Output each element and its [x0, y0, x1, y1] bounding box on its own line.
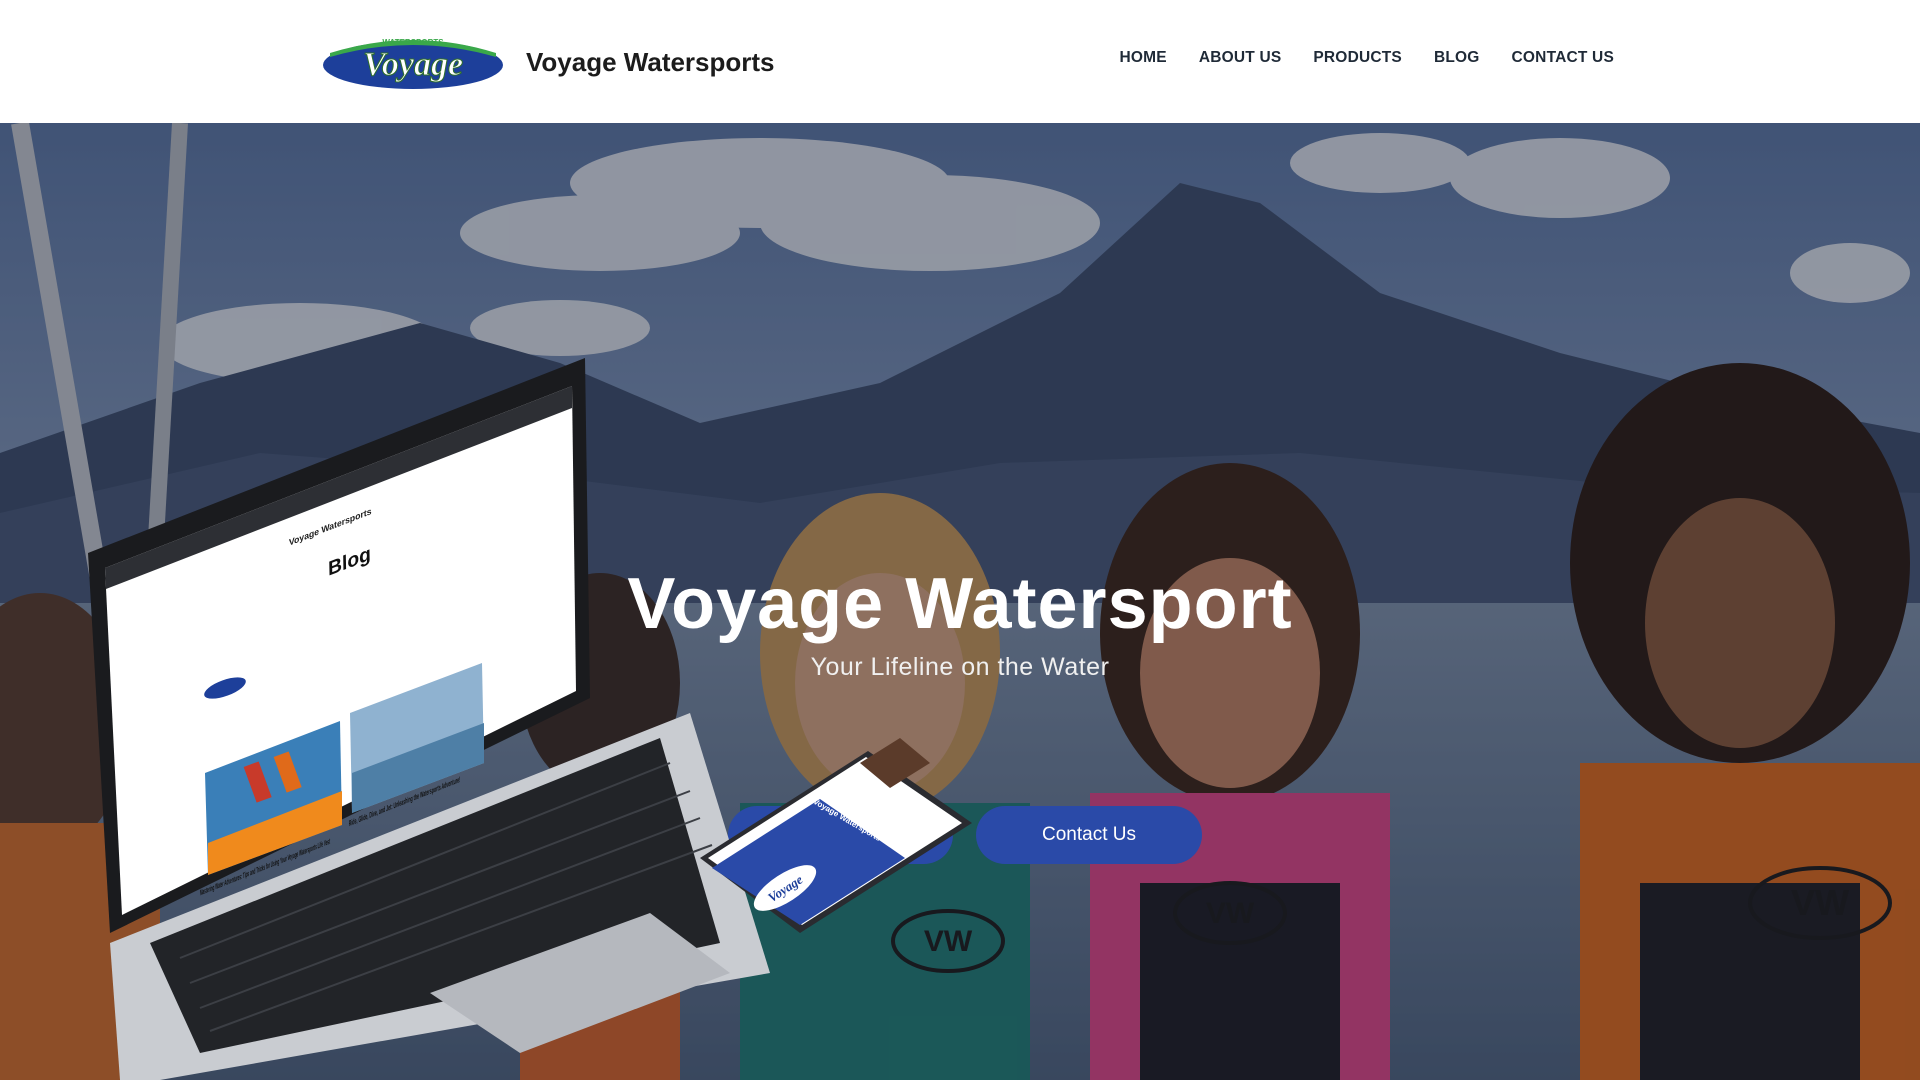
nav-blog[interactable]: BLOG	[1434, 49, 1480, 67]
hero-title: Voyage Watersport	[627, 564, 1293, 644]
nav-home[interactable]: HOME	[1120, 49, 1167, 67]
hero-tagline: Your Lifeline on the Water	[810, 653, 1110, 681]
nav-about-us[interactable]: ABOUT US	[1199, 49, 1282, 67]
voyage-logo-icon[interactable]: WATERSPORTS Voyage	[322, 35, 504, 89]
logo-text: Voyage	[363, 46, 463, 83]
nav-contact-us[interactable]: CONTACT US	[1512, 49, 1614, 67]
main-nav: HOME ABOUT US PRODUCTS BLOG CONTACT US	[1120, 49, 1614, 67]
brand[interactable]: WATERSPORTS Voyage Voyage Watersports	[322, 35, 775, 89]
site-header: WATERSPORTS Voyage Voyage Watersports HO…	[0, 0, 1920, 123]
nav-products[interactable]: PRODUCTS	[1313, 49, 1402, 67]
brand-name[interactable]: Voyage Watersports	[526, 47, 775, 78]
hero-section: VW VW VW Voyage Watersport Your Lifeline…	[0, 123, 1920, 1080]
contact-us-button[interactable]: Contact Us	[976, 806, 1202, 864]
hero-secondary-button[interactable]	[728, 806, 953, 864]
